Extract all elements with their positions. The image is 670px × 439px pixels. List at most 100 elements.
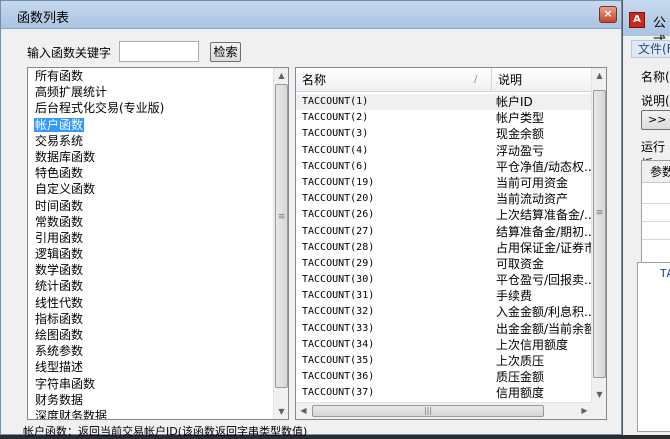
function-desc-cell: 质压金额 <box>496 370 545 385</box>
category-item-label: 自定义函数 <box>35 182 96 197</box>
table-row[interactable]: TACCOUNT(1) 帐户ID <box>296 94 592 111</box>
function-name-cell: TACCOUNT(20) <box>302 193 375 205</box>
function-desc-cell: 浮动盈亏 <box>496 143 545 158</box>
scroll-up-icon[interactable]: ▲ <box>592 68 606 83</box>
category-item[interactable]: 引用函数 <box>28 230 274 246</box>
category-item-label: 时间函数 <box>35 198 84 213</box>
category-item[interactable]: 自定义函数 <box>28 181 274 197</box>
table-row[interactable]: TACCOUNT(29) 可取资金 <box>296 256 592 272</box>
category-item[interactable]: 财务数据 <box>28 392 274 408</box>
function-name-cell: TACCOUNT(28) <box>302 241 375 253</box>
function-desc-cell: 上次结算准备金/... <box>496 208 592 223</box>
column-header-name[interactable]: 名称 / <box>296 68 492 92</box>
category-item-label: 指标函数 <box>35 311 84 326</box>
param-grid[interactable]: 参数 <box>641 160 670 270</box>
scroll-up-icon[interactable]: ▲ <box>274 68 288 83</box>
status-description: 帐户函数：返回当前交易帐户ID(该函数返回字串类型数值) <box>23 425 308 438</box>
expand-button[interactable]: >> <box>641 110 670 130</box>
category-item[interactable]: 高频扩展统计 <box>28 84 274 100</box>
category-item-label: 后台程式化交易(专业版) <box>35 101 165 116</box>
function-desc-cell: 信用额度 <box>496 386 545 401</box>
search-input[interactable] <box>119 41 199 62</box>
table-row[interactable]: TACCOUNT(34) 上次信用额度 <box>296 337 592 353</box>
function-desc-cell: 平仓净值/动态权... <box>496 159 592 174</box>
table-vscrollbar[interactable]: ▲ ≡ ▼ <box>591 68 606 402</box>
category-item-label: 字符串函数 <box>35 376 96 391</box>
category-item-label: 数学函数 <box>35 263 84 278</box>
category-item[interactable]: 绘图函数 <box>28 327 274 343</box>
grid-line <box>642 239 670 240</box>
code-editor[interactable]: TA <box>637 262 670 432</box>
category-item[interactable]: 所有函数 <box>28 68 274 84</box>
table-row[interactable]: TACCOUNT(19) 当前可用资金 <box>296 175 592 191</box>
category-item-label: 帐户函数 <box>34 117 85 132</box>
close-button[interactable]: × <box>599 6 617 23</box>
category-item[interactable]: 指标函数 <box>28 311 274 327</box>
category-item-label: 高频扩展统计 <box>35 85 108 100</box>
function-desc-cell: 帐户ID <box>496 95 533 109</box>
scroll-thumb[interactable]: ≡ <box>275 84 288 388</box>
table-row[interactable]: TACCOUNT(3) 现金余额 <box>296 126 592 142</box>
scroll-thumb[interactable]: ≡ <box>593 90 606 378</box>
table-row[interactable]: TACCOUNT(26) 上次结算准备金/... <box>296 207 592 223</box>
function-desc-cell: 出金金额/当前余额... <box>496 321 592 336</box>
function-name-cell: TACCOUNT(27) <box>302 225 375 237</box>
category-item[interactable]: 数学函数 <box>28 262 274 278</box>
scroll-down-icon[interactable]: ▼ <box>592 387 606 402</box>
table-row[interactable]: TACCOUNT(6) 平仓净值/动态权... <box>296 159 592 175</box>
category-item-label: 逻辑函数 <box>35 247 84 262</box>
table-row[interactable]: TACCOUNT(28) 占用保证金/证券市... <box>296 240 592 256</box>
category-item[interactable]: 系统参数 <box>28 343 274 359</box>
scroll-corner <box>591 402 606 419</box>
category-item[interactable]: 常数函数 <box>28 214 274 230</box>
category-item[interactable]: 字符串函数 <box>28 376 274 392</box>
table-row[interactable]: TACCOUNT(37) 信用额度 <box>296 385 592 401</box>
scroll-left-icon[interactable]: ◀ <box>296 403 311 419</box>
table-row[interactable]: TACCOUNT(20) 当前流动资产 <box>296 191 592 207</box>
column-header-desc[interactable]: 说明 <box>492 68 606 92</box>
category-item[interactable]: 逻辑函数 <box>28 246 274 262</box>
table-row[interactable]: TACCOUNT(32) 入金金额/利息积... <box>296 304 592 320</box>
search-button[interactable]: 检索 <box>210 42 241 62</box>
dialog-titlebar[interactable]: 函数列表 × <box>1 1 621 29</box>
scroll-down-icon[interactable]: ▼ <box>274 404 288 419</box>
table-row[interactable]: TACCOUNT(35) 上次质压 <box>296 353 592 369</box>
bg-titlebar[interactable]: A 公式 <box>623 0 670 50</box>
category-item[interactable]: 后台程式化交易(专业版) <box>28 100 274 116</box>
category-item-label: 财务数据 <box>35 392 84 407</box>
table-row[interactable]: TACCOUNT(2) 帐户类型 <box>296 110 592 126</box>
category-scrollbar[interactable]: ▲ ≡ ▼ <box>273 68 288 419</box>
function-desc-cell: 当前流动资产 <box>496 192 569 207</box>
table-row[interactable]: TACCOUNT(36) 质压金额 <box>296 369 592 385</box>
function-list-dialog: 函数列表 × 输入函数关键字 检索 所有函数 高频扩展统计 后台程式化交易(专业版)… <box>0 0 622 438</box>
function-name-cell: TACCOUNT(35) <box>302 355 375 366</box>
column-desc-label: 说明 <box>498 73 523 87</box>
category-item[interactable]: 统计函数 <box>28 278 274 294</box>
function-name-cell: TACCOUNT(32) <box>302 306 375 318</box>
table-header: 名称 / 说明 <box>296 68 606 92</box>
menu-file[interactable]: 文件(F) <box>631 40 670 58</box>
table-row[interactable]: TACCOUNT(4) 浮动盈亏 <box>296 143 592 159</box>
category-item[interactable]: 时间函数 <box>28 198 274 214</box>
table-row[interactable]: TACCOUNT(31) 手续费 <box>296 288 592 304</box>
table-row[interactable]: TACCOUNT(27) 结算准备金/期初... <box>296 224 592 240</box>
category-item[interactable]: 特色函数 <box>28 165 274 181</box>
category-item-label: 交易系统 <box>35 133 84 148</box>
search-label: 输入函数关键字 <box>27 46 112 60</box>
function-desc-cell: 入金金额/利息积... <box>496 305 592 320</box>
function-desc-cell: 现金余额 <box>496 127 545 142</box>
category-item[interactable]: 线性代数 <box>28 295 274 311</box>
category-item[interactable]: 线型描述 <box>28 359 274 375</box>
table-row[interactable]: TACCOUNT(30) 平仓盈亏/回报卖... <box>296 272 592 288</box>
function-name-cell: TACCOUNT(2) <box>302 112 369 124</box>
hscroll-thumb[interactable]: ||| <box>312 405 544 417</box>
scroll-right-icon[interactable]: ▶ <box>577 403 592 419</box>
category-item[interactable]: 帐户函数 <box>28 117 274 133</box>
category-item-label: 系统参数 <box>35 344 84 359</box>
grid-line <box>642 203 670 204</box>
category-item[interactable]: 交易系统 <box>28 133 274 149</box>
category-item[interactable]: 数据库函数 <box>28 149 274 165</box>
table-hscrollbar[interactable]: ◀ ||| ▶ <box>296 402 592 419</box>
table-row[interactable]: TACCOUNT(33) 出金金额/当前余额... <box>296 321 592 337</box>
category-item[interactable]: 深度财务数据 <box>28 408 274 419</box>
